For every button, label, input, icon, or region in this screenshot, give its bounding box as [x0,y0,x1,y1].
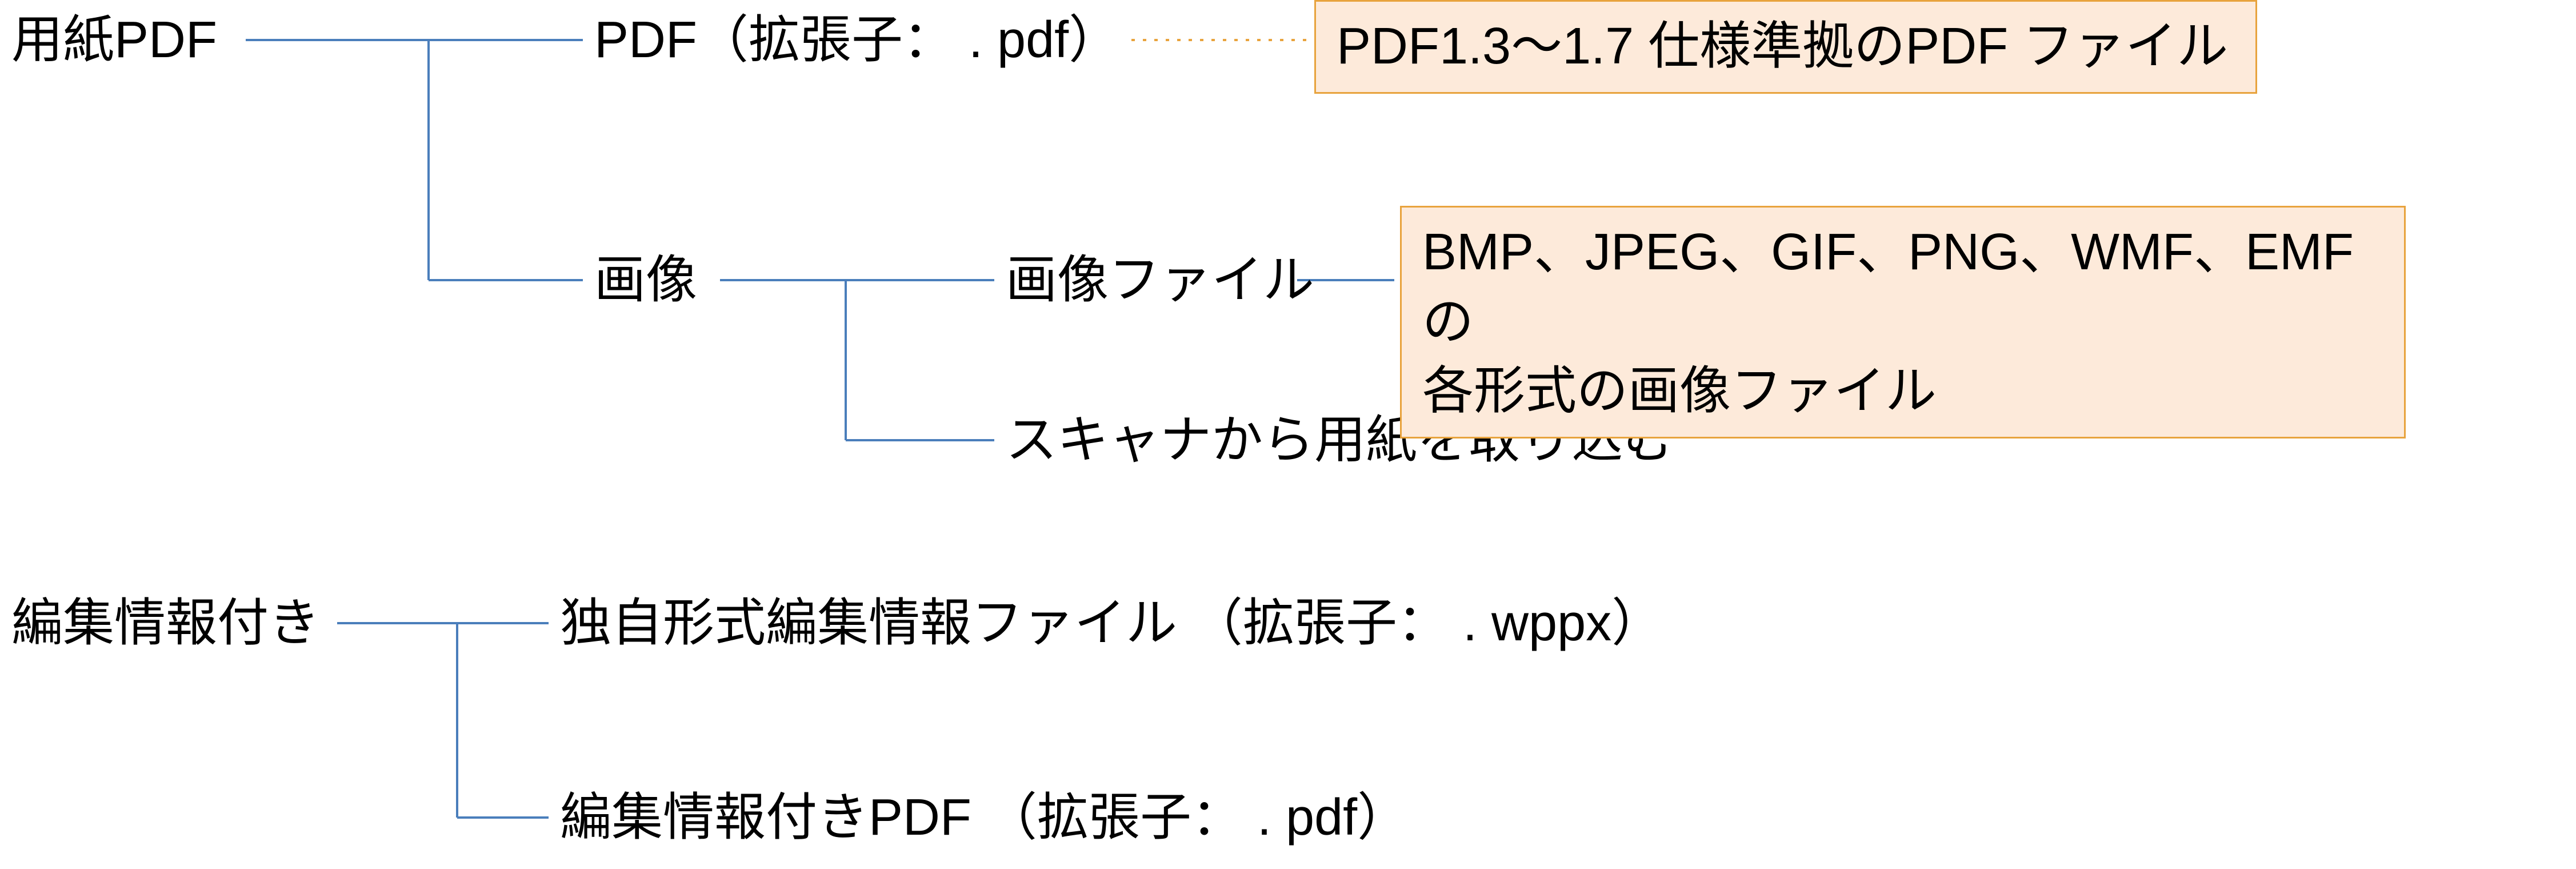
node-pdf-ext: PDF（拡張子： . pdf） [594,6,1120,75]
node-wppx: 独自形式編集情報ファイル （拡張子： . wppx） [560,589,1663,659]
node-edit-pdf: 編集情報付きPDF （拡張子： . pdf） [560,783,1409,853]
node-image: 画像 [594,246,697,316]
node-root-edit-info: 編集情報付き [11,589,320,659]
callout-pdf-spec: PDF1.3～1.7 仕様準拠のPDF ファイル [1314,0,2257,94]
node-image-file: 画像ファイル [1006,246,1314,316]
diagram-canvas: 用紙PDF 編集情報付き PDF（拡張子： . pdf） 画像 画像ファイル ス… [0,0,2576,869]
node-root-paper-pdf: 用紙PDF [11,6,217,75]
callout-image-formats: BMP、JPEG、GIF、PNG、WMF、EMF の 各形式の画像ファイル [1400,206,2406,439]
